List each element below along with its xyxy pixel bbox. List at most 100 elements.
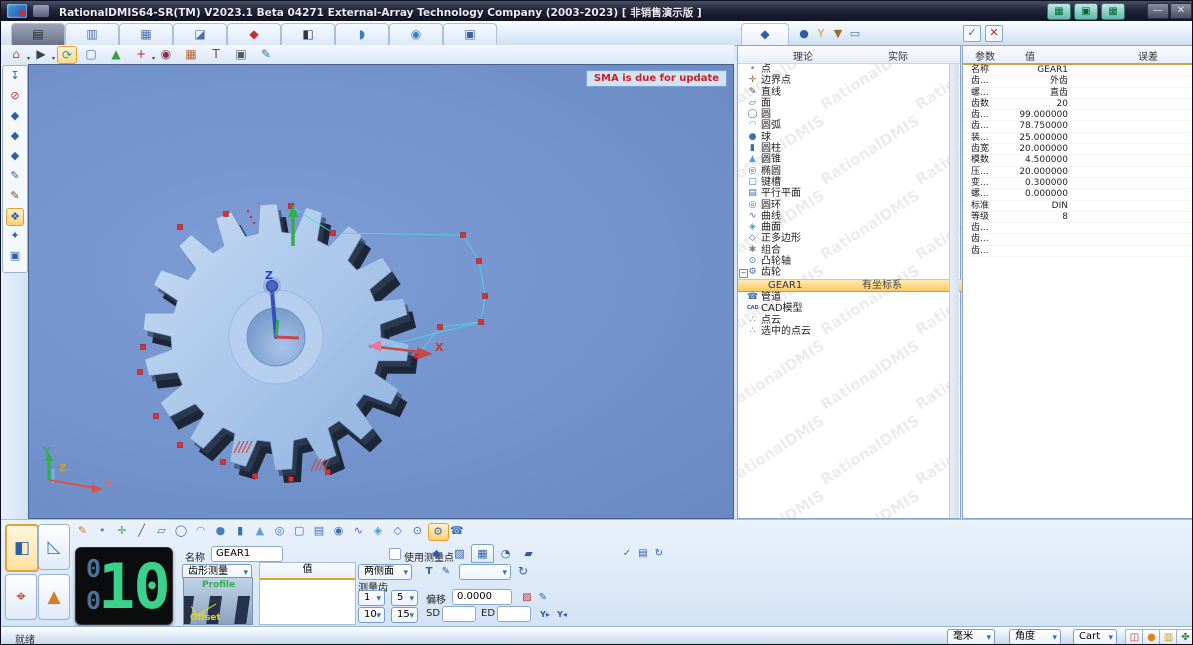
probe-build-icon[interactable]: ✎ [257,46,275,62]
tree-item[interactable]: ● 球 [738,132,948,143]
probe-write-icon[interactable]: ✎ [7,188,23,204]
param-row[interactable]: 螺... 0.000000 [963,189,1192,201]
tab-file[interactable]: ▤ [11,23,65,45]
tooth-to2-select[interactable]: 15 [391,607,418,623]
tree-item[interactable]: ✎ 直线 [738,87,948,98]
param-row[interactable]: 齿... 外齿 [963,76,1192,88]
torus-icon[interactable]: ◎ [270,523,289,539]
pin-icon[interactable]: ↧ [7,68,23,84]
units-select[interactable]: 毫米 [947,629,995,644]
gear-3d-model[interactable] [29,65,734,519]
cone-icon[interactable]: ▲ [250,523,269,539]
confirm-icon[interactable]: ✓ [619,546,635,561]
tree-item[interactable]: ◎ 椭圆 [738,166,948,177]
circle-icon[interactable]: ◯ [172,523,191,539]
param-row[interactable]: 齿... [963,223,1192,235]
slot-icon[interactable]: ▢ [290,523,309,539]
tab-screen[interactable]: ▣ [443,23,497,45]
param-row[interactable]: 变... 0.300000 [963,178,1192,190]
boundary-point-icon[interactable]: ✛ [112,523,131,539]
cancel-x-icon[interactable]: ✕ [985,25,1003,42]
target-icon[interactable]: ▨ [519,590,535,605]
probe-edit-icon[interactable]: ✎ [7,168,23,184]
system-menu-icon[interactable] [33,5,49,17]
tree-item[interactable]: CAD CAD模型 [738,303,948,314]
tab-document[interactable]: ▥ [65,23,119,45]
basket-icon[interactable]: ▼ [830,26,846,41]
tab-cursor[interactable]: ◪ [173,23,227,45]
feature-cube-icon[interactable]: ● [796,26,812,41]
parallel-planes-icon[interactable]: ▤ [309,523,328,539]
probe-t-icon[interactable]: T [421,564,437,579]
close-button[interactable]: ✕ [1170,3,1192,19]
tooth-from2-select[interactable]: 10 [358,607,385,623]
tooth-from-select[interactable]: 1 [358,590,385,606]
extra-select[interactable] [459,564,511,580]
refresh-icon[interactable]: ⟳ [57,46,77,64]
tree-item[interactable]: ✛ 边界点 [738,75,948,86]
param-row[interactable]: 齿... [963,234,1192,246]
flank-left-icon[interactable]: Y◂ [554,607,570,622]
view-eye-icon[interactable]: ◉ [157,46,175,62]
tree-item[interactable]: ▤ 平行平面 [738,188,948,199]
tree-item[interactable]: ∴ 选中的点云 [738,326,948,337]
probe-goto-icon[interactable]: ◆ [7,128,23,144]
tab-eye[interactable]: ◉ [389,23,443,45]
param-row[interactable]: 等级 8 [963,212,1192,224]
home-icon[interactable]: ⌂ ▾ [7,46,30,62]
param-row[interactable]: 名称 GEAR1 [963,65,1192,77]
plane-icon[interactable]: ▱ [152,523,171,539]
tree-item[interactable]: ✱ 组合 [738,245,948,256]
repeat-icon[interactable]: ↻ [651,546,667,561]
tooth-to-select[interactable]: 5 [391,590,418,606]
gear-report-tab[interactable]: ▰ [517,544,540,563]
tab-color[interactable]: ◆ [227,23,281,45]
tree-item[interactable]: • 点 [738,64,948,75]
sd-input[interactable] [442,606,476,622]
measure-feature-button[interactable]: ◧ [5,524,39,572]
gear-icon[interactable]: ⚙ [427,523,449,541]
monitor-icon[interactable]: ▭ [847,26,863,41]
param-row[interactable]: 压... 20.000000 [963,167,1192,178]
coord-select[interactable]: Cart [1073,629,1117,644]
gear-rotate-tab[interactable]: ◔ [494,544,517,563]
probe-box-icon[interactable]: ▣ [7,248,23,264]
edit-note-icon[interactable]: ✎ [535,590,551,605]
tree-item[interactable]: ◇ 正多边形 [738,233,948,244]
machine-button[interactable]: ▲ [38,574,70,620]
param-row[interactable]: 齿数 20 [963,99,1192,111]
tab-probe[interactable]: ◗ [335,23,389,45]
gear-graph-tab[interactable]: ▨ [448,544,471,563]
cycle-icon[interactable]: ↻ [515,564,531,579]
probe-align-icon[interactable]: ✦ [7,228,23,244]
tree-item-gear1[interactable]: GEAR1 有坐标系 [738,278,962,292]
joystick-icon[interactable]: ▦ [1101,3,1125,20]
text-label-icon[interactable]: T [207,46,225,62]
ring-icon[interactable]: ◉ [329,523,348,539]
palette-icon[interactable]: ▦ [182,46,200,62]
use-points-checkbox[interactable] [389,548,401,560]
gear-table-tab[interactable]: ▦ [471,544,494,563]
tree-scrollbar[interactable] [949,64,959,518]
handbox-icon[interactable]: ▦ [1047,3,1071,20]
capture-icon[interactable]: ▣ [232,46,250,62]
zoom-window-icon[interactable]: ▢ [82,46,100,62]
param-row[interactable]: 齿... [963,246,1192,258]
param-row[interactable]: 标准 DIN [963,201,1192,212]
param-row[interactable]: 齿... 99.000000 [963,110,1192,122]
tree-item[interactable]: ◎ 圆环 [738,200,948,211]
probe-disable-icon[interactable]: ⊘ [7,88,23,104]
3d-viewport[interactable]: SMA is due for update Z X Y Z X [28,64,734,519]
tab-table[interactable]: ▦ [119,23,173,45]
flank-select[interactable]: 两侧面 [358,564,412,580]
tree-item[interactable]: ∿ 曲线 [738,211,948,222]
gear-solid-tab[interactable]: ◆ [425,544,448,563]
tree-item[interactable]: ▢ 键槽 [738,177,948,188]
angle-select[interactable]: 角度 [1009,629,1061,644]
probe-move-icon[interactable]: ◆ [7,108,23,124]
tree-item[interactable]: ▮ 圆柱 [738,143,948,154]
machine-status-icon[interactable]: ✤ [1176,629,1192,644]
tree-item[interactable]: ▱ 面 [738,98,948,109]
point-icon[interactable]: • [93,523,112,539]
probe-s-icon[interactable]: ✎ [438,564,454,579]
